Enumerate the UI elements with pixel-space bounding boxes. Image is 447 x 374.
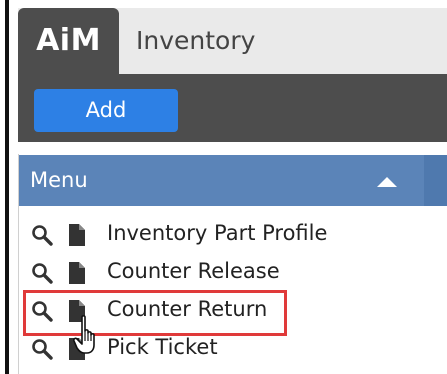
search-icon[interactable] <box>31 300 53 322</box>
top-strip <box>12 0 447 8</box>
menu-item-inventory-part-profile[interactable]: Inventory Part Profile <box>19 216 447 254</box>
spacer <box>18 142 447 154</box>
document-icon[interactable] <box>69 262 85 284</box>
menu-item-counter-release[interactable]: Counter Release <box>19 254 447 292</box>
menu-item-label: Counter Return <box>107 297 268 321</box>
search-icon[interactable] <box>31 224 53 246</box>
menu-title: Menu <box>30 168 88 192</box>
window-edge-line <box>5 0 9 374</box>
document-icon[interactable] <box>69 224 85 246</box>
menu-item-label: Counter Release <box>107 259 280 283</box>
search-icon[interactable] <box>31 338 53 360</box>
menu-item-label: Pick Ticket <box>107 335 218 359</box>
add-button[interactable]: Add <box>34 89 178 132</box>
aim-logo-tab[interactable]: AiM <box>18 8 119 74</box>
pointer-hand-icon <box>73 315 95 354</box>
app-window: AiM Inventory Add Menu Inventory Part Pr… <box>0 0 447 374</box>
menu-item-label: Inventory Part Profile <box>107 221 328 245</box>
search-icon[interactable] <box>31 262 53 284</box>
module-title: Inventory <box>136 26 256 55</box>
menu-header[interactable]: Menu <box>19 155 447 206</box>
menu-header-edge <box>424 155 447 206</box>
collapse-arrow-icon[interactable] <box>377 177 397 187</box>
